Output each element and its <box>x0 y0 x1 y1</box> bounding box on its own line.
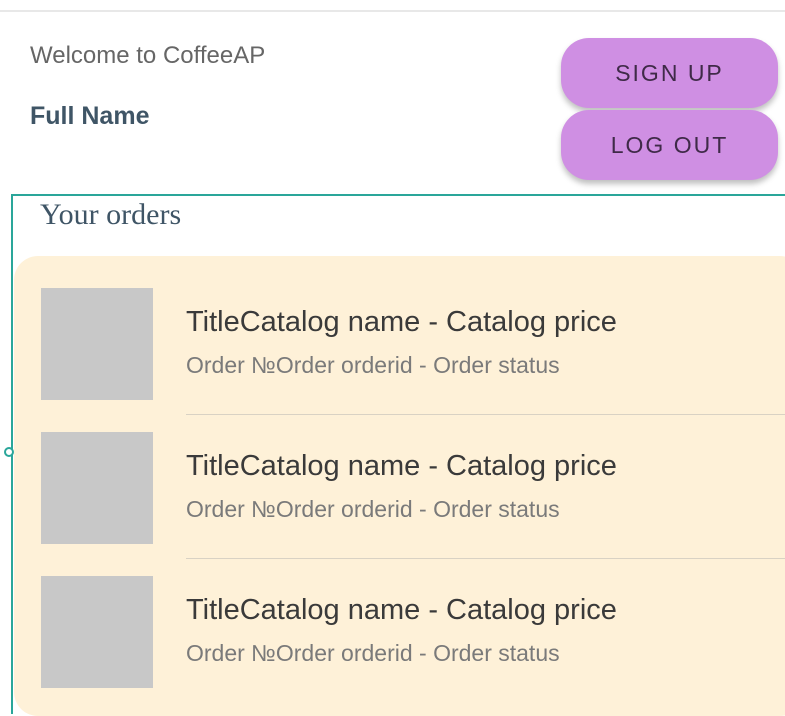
log-out-button[interactable]: LOG OUT <box>561 110 778 180</box>
order-subtitle: Order №Order orderid - Order status <box>186 496 560 522</box>
orders-heading: Your orders <box>40 198 182 231</box>
user-full-name: Full Name <box>30 102 150 130</box>
sign-up-button[interactable]: SIGN UP <box>561 38 778 108</box>
order-list-item[interactable]: TitleCatalog name - Catalog price Order … <box>14 544 785 688</box>
order-list-item[interactable]: TitleCatalog name - Catalog price Order … <box>14 400 785 559</box>
resize-handle-icon[interactable] <box>4 447 14 457</box>
orders-list: TitleCatalog name - Catalog price Order … <box>14 256 785 716</box>
app-header: Welcome to CoffeeAP Full Name SIGN UP LO… <box>0 12 785 192</box>
order-title: TitleCatalog name - Catalog price <box>186 450 617 482</box>
order-title: TitleCatalog name - Catalog price <box>186 594 617 626</box>
order-list-item[interactable]: TitleCatalog name - Catalog price Order … <box>14 256 785 415</box>
order-thumbnail <box>41 432 153 544</box>
order-thumbnail <box>41 288 153 400</box>
order-title: TitleCatalog name - Catalog price <box>186 306 617 338</box>
order-subtitle: Order №Order orderid - Order status <box>186 640 560 666</box>
order-thumbnail <box>41 576 153 688</box>
welcome-text: Welcome to CoffeeAP <box>30 42 266 69</box>
order-subtitle: Order №Order orderid - Order status <box>186 352 560 378</box>
